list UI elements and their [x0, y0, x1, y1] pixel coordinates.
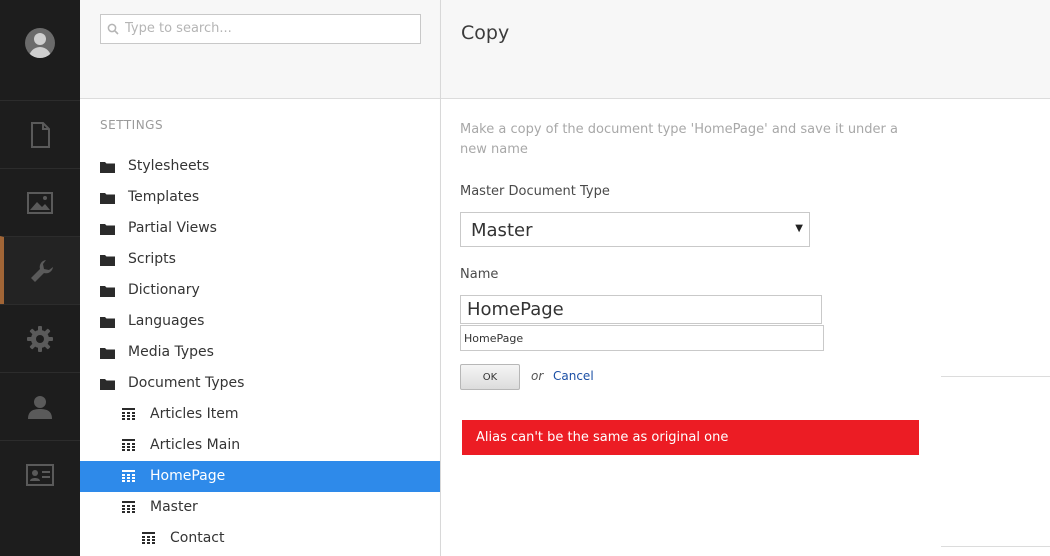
member-card-icon — [26, 463, 54, 486]
tree-item-label: Languages — [128, 313, 205, 329]
wrench-icon — [31, 259, 53, 282]
user-avatar[interactable] — [25, 28, 55, 58]
tree-item-contact[interactable]: Contact — [80, 523, 440, 554]
background-divider — [941, 376, 1050, 377]
tree-item-articles-main[interactable]: Articles Main — [80, 430, 440, 461]
dropdown-arrow-icon: ▼ — [795, 223, 803, 234]
tree-item-languages[interactable]: Languages — [80, 306, 440, 337]
copy-dialog: Copy Make a copy of the document type 'H… — [440, 0, 941, 556]
folder-icon — [100, 316, 115, 332]
tree-item-label: Articles Item — [150, 406, 239, 422]
settings-tree-panel: SETTINGS Stylesheets Templates Partial Vie… — [80, 0, 440, 556]
tree-search-area — [80, 0, 440, 99]
folder-icon — [100, 285, 115, 301]
tree-item-articles-item[interactable]: Articles Item — [80, 399, 440, 430]
name-input[interactable] — [460, 295, 822, 324]
folder-icon — [100, 161, 115, 177]
cancel-link[interactable]: Cancel — [553, 369, 594, 383]
rail-item-media[interactable] — [0, 168, 80, 236]
tree-list: Stylesheets Templates Partial Views Scripts… — [80, 151, 440, 554]
document-icon — [31, 121, 50, 148]
tree-item-label: Templates — [128, 189, 200, 205]
folder-icon — [100, 347, 115, 363]
alias-input[interactable] — [460, 325, 824, 351]
tree-search-input[interactable] — [125, 18, 410, 38]
or-text: or — [531, 369, 544, 383]
tree-search-box[interactable] — [100, 14, 421, 44]
error-message: Alias can't be the same as original one — [476, 430, 729, 445]
tree-item-label: Dictionary — [128, 282, 200, 298]
tree-item-label: Scripts — [128, 251, 176, 267]
tree-item-scripts[interactable]: Scripts — [80, 244, 440, 275]
doctype-grid-icon — [122, 501, 135, 517]
folder-icon — [100, 223, 115, 239]
master-document-type-value: Master — [471, 220, 533, 241]
rail-item-members[interactable] — [0, 440, 80, 508]
background-header — [941, 0, 1050, 99]
tree-item-label: HomePage — [150, 468, 226, 484]
dialog-header: Copy — [441, 0, 941, 99]
tree-item-stylesheets[interactable]: Stylesheets — [80, 151, 440, 182]
master-document-type-select[interactable]: Master ▼ — [460, 212, 810, 247]
tree-item-label: Partial Views — [128, 220, 217, 236]
tree-item-homepage[interactable]: HomePage — [80, 461, 440, 492]
tree-item-label: Document Types — [128, 375, 245, 391]
tree-item-label: Master — [150, 499, 198, 515]
tree-item-partial-views[interactable]: Partial Views — [80, 213, 440, 244]
background-editor-area — [941, 0, 1050, 556]
doctype-grid-icon — [122, 470, 135, 486]
tree-item-master[interactable]: Master — [80, 492, 440, 523]
rail-item-content[interactable] — [0, 100, 80, 168]
tree-item-label: Stylesheets — [128, 158, 210, 174]
tree-item-label: Media Types — [128, 344, 214, 360]
tree-item-media-types[interactable]: Media Types — [80, 337, 440, 368]
app-sections-rail — [0, 0, 80, 556]
section-title: SETTINGS — [100, 118, 164, 132]
tree-item-label: Contact — [170, 530, 225, 546]
doctype-grid-icon — [122, 439, 135, 455]
ok-button[interactable]: OK — [460, 364, 520, 390]
rail-item-developer[interactable] — [0, 304, 80, 372]
error-alert: Alias can't be the same as original one — [462, 420, 919, 455]
tree-item-label: Articles Main — [150, 437, 241, 453]
tree-item-templates[interactable]: Templates — [80, 182, 440, 213]
user-icon — [28, 395, 52, 419]
master-document-type-label: Master Document Type — [460, 184, 610, 199]
rail-item-users[interactable] — [0, 372, 80, 440]
doctype-grid-icon — [122, 408, 135, 424]
doctype-grid-icon — [142, 532, 155, 548]
background-divider — [941, 546, 1050, 547]
search-icon — [107, 23, 119, 35]
dialog-title: Copy — [461, 22, 510, 44]
folder-icon — [100, 378, 115, 394]
name-label: Name — [460, 267, 499, 282]
tree-item-dictionary[interactable]: Dictionary — [80, 275, 440, 306]
rail-item-settings[interactable] — [0, 236, 80, 304]
gear-icon — [27, 325, 53, 352]
dialog-description: Make a copy of the document type 'HomePa… — [460, 122, 898, 157]
image-icon — [27, 191, 53, 214]
folder-icon — [100, 192, 115, 208]
tree-item-document-types[interactable]: Document Types — [80, 368, 440, 399]
folder-icon — [100, 254, 115, 270]
